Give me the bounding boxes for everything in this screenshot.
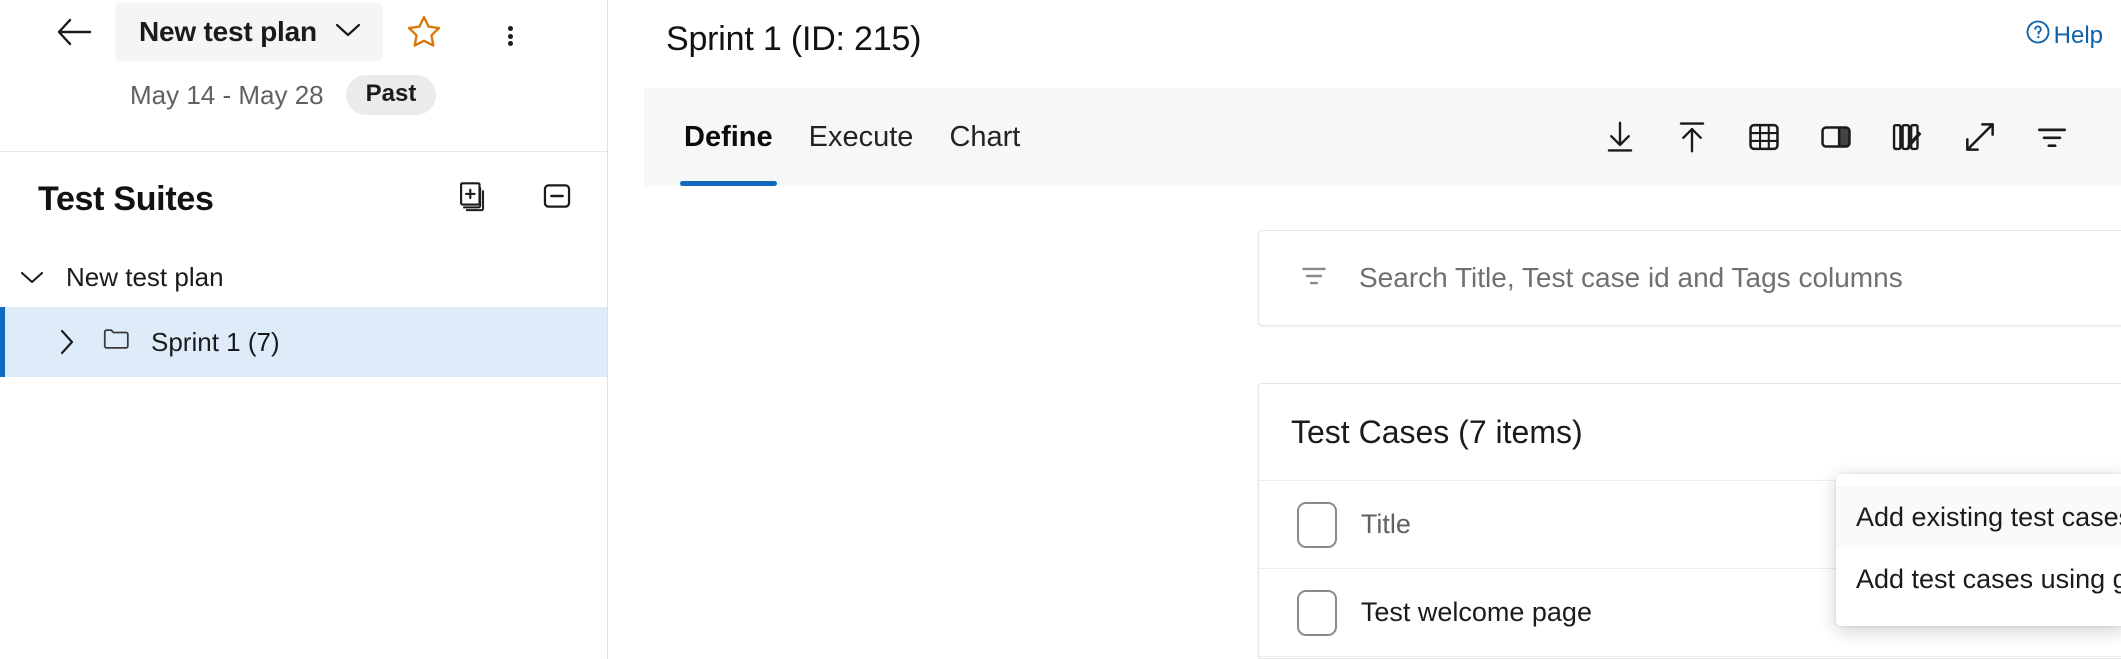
tabs: Define Execute Chart <box>644 88 1038 186</box>
plan-selector-button[interactable]: New test plan <box>115 3 383 61</box>
new-test-case-menu: Add existing test cases Add test cases u… <box>1836 474 2121 626</box>
plan-name-label: New test plan <box>139 16 317 48</box>
suite-tree-item-sprint-1[interactable]: Sprint 1 (7) <box>0 307 607 377</box>
chevron-down-icon[interactable] <box>18 269 46 285</box>
row-checkbox[interactable] <box>1297 590 1337 636</box>
toolbar <box>1595 112 2121 162</box>
filter-lines-icon <box>1297 259 1331 298</box>
test-suites-header: Test Suites <box>0 152 607 247</box>
new-suite-icon[interactable] <box>449 174 493 218</box>
chevron-down-icon <box>335 22 361 43</box>
export-icon[interactable] <box>1667 112 1717 162</box>
tab-chart[interactable]: Chart <box>931 88 1038 186</box>
menu-item-add-existing-test-cases[interactable]: Add existing test cases <box>1836 486 2121 548</box>
select-all-checkbox[interactable] <box>1297 502 1337 548</box>
back-arrow-icon[interactable] <box>52 10 96 54</box>
search-input[interactable]: Search Title, Test case id and Tags colu… <box>1359 262 1903 294</box>
suite-detail-panel: Sprint 1 (ID: 215) Help Define Execute C… <box>608 0 2121 659</box>
select-all-header <box>1259 481 1361 569</box>
star-icon[interactable] <box>398 6 450 58</box>
test-plan-sidebar: New test plan May 14 - May 28 Past Test … <box>0 0 608 659</box>
suite-tree-item-new-test-plan[interactable]: New test plan <box>0 247 607 307</box>
tab-label: Chart <box>949 121 1020 154</box>
filter-icon[interactable] <box>2027 112 2077 162</box>
column-options-icon[interactable] <box>1883 112 1933 162</box>
grid-icon[interactable] <box>1739 112 1789 162</box>
import-icon[interactable] <box>1595 112 1645 162</box>
test-cases-header: Test Cases (7 items) New Test Case <box>1259 384 2121 480</box>
row-select-cell <box>1259 569 1361 657</box>
question-circle-icon <box>2024 18 2052 53</box>
tab-label: Define <box>684 121 773 154</box>
tab-execute[interactable]: Execute <box>791 88 932 186</box>
test-suites-title: Test Suites <box>38 180 214 219</box>
tab-define[interactable]: Define <box>666 88 791 186</box>
chevron-right-icon[interactable] <box>53 328 81 356</box>
plan-header: New test plan May 14 - May 28 Past <box>0 0 607 152</box>
more-vertical-icon[interactable] <box>488 14 532 58</box>
tab-label: Execute <box>809 121 914 154</box>
folder-icon <box>101 326 131 359</box>
pane-icon[interactable] <box>1811 112 1861 162</box>
app-root: New test plan May 14 - May 28 Past Test … <box>0 0 2121 659</box>
plan-status-badge: Past <box>346 75 437 115</box>
plan-date-range: May 14 - May 28 Past <box>0 75 607 115</box>
search-filter-bar[interactable]: Search Title, Test case id and Tags colu… <box>1258 230 2121 326</box>
menu-item-add-test-cases-using-grid[interactable]: Add test cases using grid <box>1836 548 2121 610</box>
suite-tree-label: Sprint 1 (7) <box>151 327 280 358</box>
tab-bar: Define Execute Chart <box>644 88 2121 186</box>
help-link[interactable]: Help <box>2024 18 2103 53</box>
plan-dates-label: May 14 - May 28 <box>130 80 324 111</box>
help-label: Help <box>2054 22 2103 50</box>
fullscreen-icon[interactable] <box>1955 112 2005 162</box>
collapse-all-icon[interactable] <box>535 174 579 218</box>
test-suites-actions <box>449 174 579 218</box>
page-title: Sprint 1 (ID: 215) <box>666 20 921 59</box>
test-cases-title: Test Cases (7 items) <box>1291 414 1583 451</box>
suite-tree-label: New test plan <box>66 262 224 293</box>
